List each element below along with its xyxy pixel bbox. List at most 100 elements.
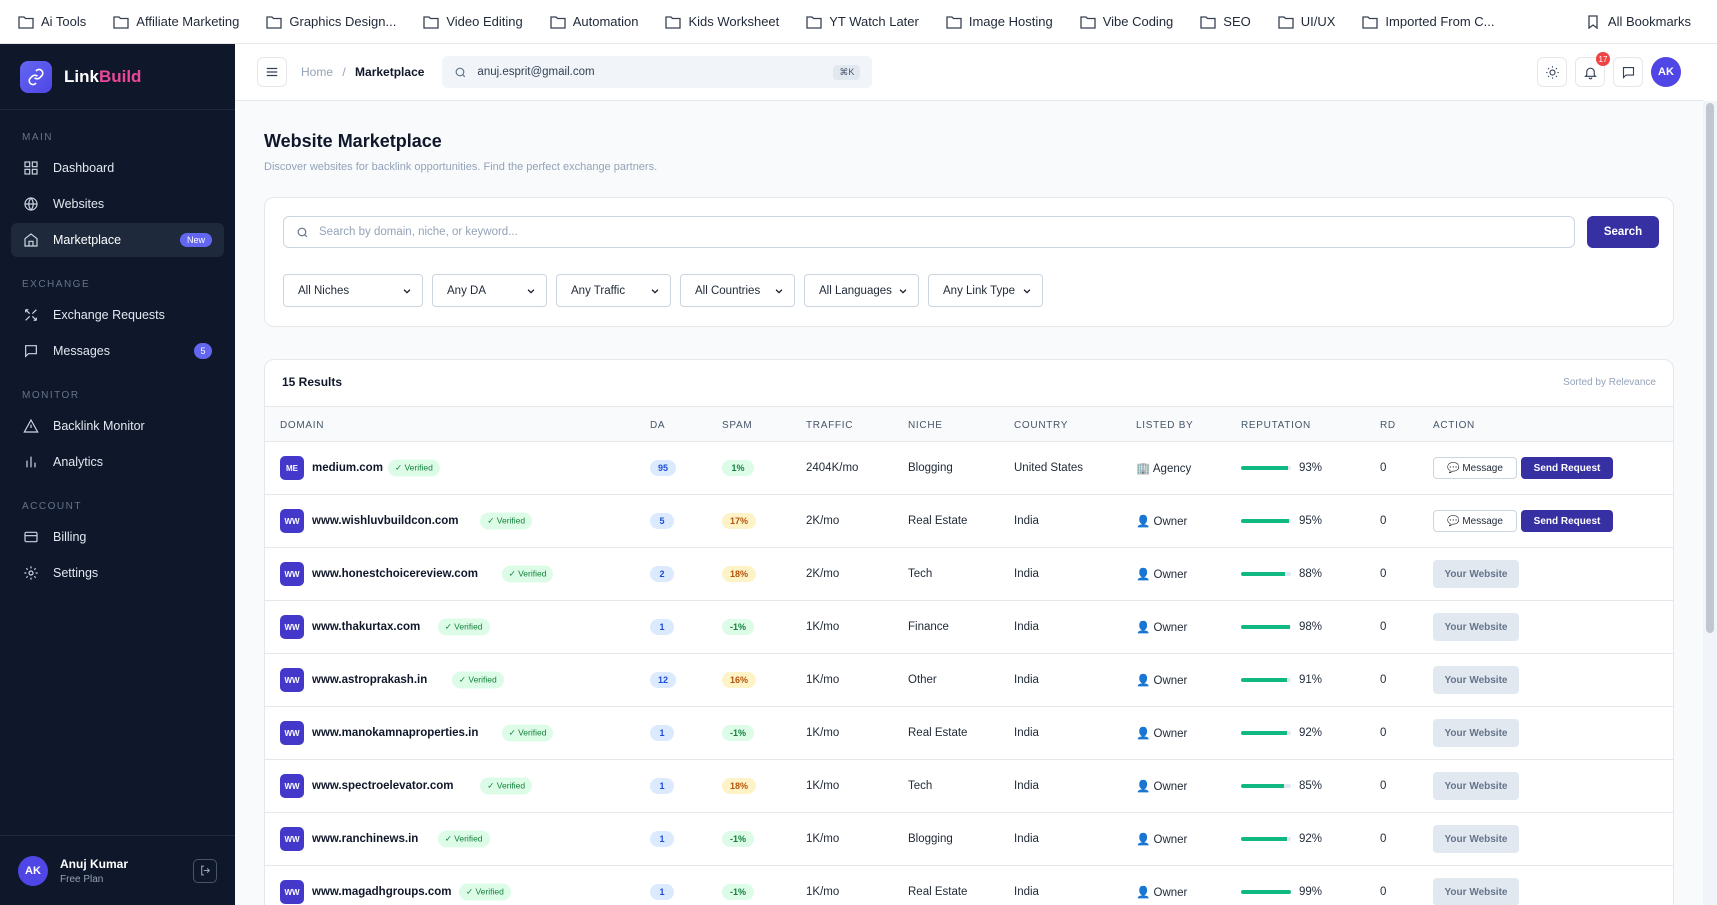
reputation-value: 85%	[1299, 780, 1323, 792]
domain-name[interactable]: www.astroprakash.in	[312, 674, 427, 686]
messages-button[interactable]	[1613, 57, 1643, 87]
chevron-down-icon	[527, 288, 535, 294]
all-bookmarks-button[interactable]: All Bookmarks	[1585, 14, 1691, 29]
bookmark-folder[interactable]: Imported From C...	[1362, 14, 1495, 29]
filter-select[interactable]: Any Link Type	[928, 274, 1043, 307]
logout-button[interactable]	[193, 858, 217, 883]
reputation: 98%	[1241, 621, 1322, 633]
column-header-traffic[interactable]: TRAFFIC	[806, 420, 853, 431]
bookmark-folder[interactable]: Kids Worksheet	[665, 14, 779, 29]
column-header-da[interactable]: DA	[650, 420, 665, 431]
domain-name[interactable]: www.spectroelevator.com	[312, 780, 453, 792]
table-row: WW www.honestchoicereview.com ✓ Verified 2 1…	[265, 548, 1673, 601]
scrollbar[interactable]	[1703, 101, 1717, 905]
send-request-button[interactable]: Send Request	[1521, 457, 1613, 479]
da-badge: 1	[650, 725, 674, 741]
your-website-button[interactable]: Your Website	[1433, 772, 1519, 800]
breadcrumb-home[interactable]: Home	[301, 65, 333, 79]
column-header-domain[interactable]: DOMAIN	[280, 420, 324, 431]
reputation: 93%	[1241, 462, 1322, 474]
chevron-down-icon	[899, 288, 907, 294]
scrollbar-thumb[interactable]	[1706, 103, 1714, 633]
sidebar-item-settings[interactable]: Settings	[11, 556, 224, 590]
sidebar-item-messages[interactable]: Messages 5	[11, 334, 224, 368]
filter-select[interactable]: Any Traffic	[556, 274, 671, 307]
bookmark-folder[interactable]: YT Watch Later	[806, 14, 919, 29]
bookmark-folder[interactable]: Vibe Coding	[1080, 14, 1173, 29]
your-website-button[interactable]: Your Website	[1433, 560, 1519, 588]
column-header-niche[interactable]: NICHE	[908, 420, 943, 431]
spam-badge: -1%	[722, 619, 755, 635]
domain-name[interactable]: www.honestchoicereview.com	[312, 568, 478, 580]
filter-value: All Countries	[695, 284, 761, 297]
filter-select[interactable]: All Languages	[804, 274, 919, 307]
column-header-listed-by[interactable]: LISTED BY	[1136, 420, 1193, 431]
chevron-down-icon	[651, 288, 659, 294]
bell-icon	[1583, 67, 1597, 79]
brand-logo[interactable]: LinkBuild	[0, 44, 235, 110]
bookmark-folder[interactable]: Automation	[550, 14, 638, 29]
your-website-button[interactable]: Your Website	[1433, 719, 1519, 747]
bookmark-folder[interactable]: Ai Tools	[18, 14, 86, 29]
sidebar-item-analytics[interactable]: Analytics	[11, 445, 224, 479]
page-title: Website Marketplace	[264, 131, 442, 151]
folder-icon	[665, 15, 682, 29]
filter-select[interactable]: All Countries	[680, 274, 795, 307]
bookmark-folder[interactable]: SEO	[1200, 14, 1251, 29]
sidebar-item-label: Marketplace	[53, 233, 122, 247]
domain-name[interactable]: www.ranchinews.in	[312, 833, 418, 845]
your-website-button[interactable]: Your Website	[1433, 878, 1519, 905]
sidebar-item-label: Messages	[53, 344, 110, 358]
sidebar-item-label: Settings	[53, 566, 99, 580]
bookmark-folder[interactable]: Graphics Design...	[266, 14, 396, 29]
your-website-button[interactable]: Your Website	[1433, 666, 1519, 694]
user-profile[interactable]: AK Anuj Kumar Free Plan	[0, 835, 235, 905]
country-value: India	[1014, 674, 1039, 686]
column-header-spam[interactable]: SPAM	[722, 420, 752, 431]
domain-name[interactable]: www.manokamnaproperties.in	[312, 727, 478, 739]
domain-name[interactable]: www.magadhgroups.com	[312, 886, 452, 898]
sidebar-item-backlink-monitor[interactable]: Backlink Monitor	[11, 409, 224, 443]
domain-name[interactable]: www.thakurtax.com	[312, 621, 420, 633]
filter-select[interactable]: Any DA	[432, 274, 547, 307]
global-search-input[interactable]: anuj.esprit@gmail.com ⌘K	[442, 56, 873, 88]
column-header-country[interactable]: COUNTRY	[1014, 420, 1068, 431]
notifications-button[interactable]: 17	[1575, 52, 1610, 87]
reputation-value: 95%	[1299, 515, 1323, 527]
send-request-button[interactable]: Send Request	[1521, 510, 1613, 532]
sidebar-item-exchange-requests[interactable]: Exchange Requests	[11, 298, 224, 332]
listed-by-value: 👤 Owner	[1136, 887, 1188, 899]
sun-icon	[1545, 65, 1559, 79]
your-website-button[interactable]: Your Website	[1433, 613, 1519, 641]
sidebar-item-marketplace[interactable]: Marketplace New	[11, 223, 224, 257]
country-value: India	[1014, 621, 1039, 633]
marketplace-search-input[interactable]: Search by domain, niche, or keyword...	[283, 216, 1575, 248]
spam-badge: 1%	[722, 460, 754, 476]
traffic-value: 2404K/mo	[806, 462, 859, 474]
bookmark-folder[interactable]: Image Hosting	[946, 14, 1053, 29]
column-header-reputation[interactable]: REPUTATION	[1241, 420, 1311, 431]
folder-icon	[1278, 15, 1294, 29]
theme-toggle-button[interactable]	[1537, 57, 1567, 87]
your-website-button[interactable]: Your Website	[1433, 825, 1519, 853]
filter-select[interactable]: All Niches	[283, 274, 423, 307]
message-button[interactable]: 💬 Message	[1433, 457, 1517, 479]
bookmark-folder[interactable]: Affiliate Marketing	[113, 14, 239, 29]
bookmark-folder[interactable]: UI/UX	[1278, 14, 1335, 29]
reputation-bar	[1241, 625, 1291, 629]
bookmark-folder[interactable]: Video Editing	[423, 14, 523, 29]
message-button[interactable]: 💬 Message	[1433, 510, 1517, 532]
domain-avatar: WW	[280, 615, 304, 639]
domain-name[interactable]: www.wishluvbuildcon.com	[312, 515, 459, 527]
column-header-rd[interactable]: RD	[1380, 420, 1396, 431]
search-button[interactable]: Search	[1587, 216, 1659, 248]
avatar[interactable]: AK	[1651, 57, 1681, 87]
domain-avatar: WW	[280, 509, 304, 533]
menu-toggle-button[interactable]	[257, 57, 287, 87]
domain-name[interactable]: medium.com	[312, 462, 383, 474]
sidebar-item-dashboard[interactable]: Dashboard	[11, 151, 224, 185]
domain-avatar: ME	[280, 456, 304, 480]
sidebar-item-billing[interactable]: Billing	[11, 520, 224, 554]
sidebar-item-websites[interactable]: Websites	[11, 187, 224, 221]
reputation-fill	[1241, 572, 1285, 576]
